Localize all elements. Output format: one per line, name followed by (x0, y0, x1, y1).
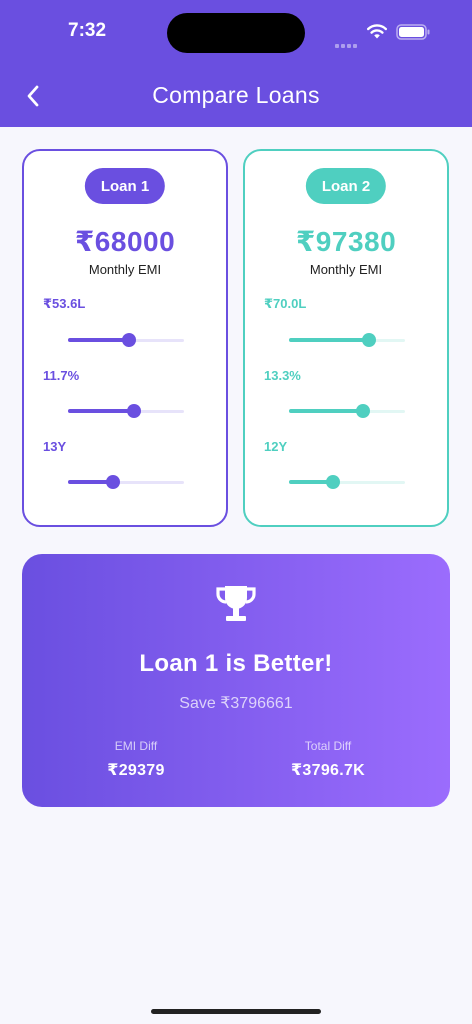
loan-2-amount-slider[interactable] (289, 333, 405, 347)
emi-diff-value: ₹29379 (107, 762, 165, 779)
loan-1-emi: ₹68000 (74, 226, 176, 257)
comparison-result-card: Loan 1 is Better! Save ₹3796661 EMI Diff… (22, 554, 450, 807)
slider-thumb[interactable] (122, 333, 137, 347)
emi-diff-label: EMI Diff (114, 739, 158, 753)
page-title: Compare Loans (152, 82, 320, 108)
loan-2-tenure-label: 12Y (264, 439, 288, 454)
loan-1-rate-label: 11.7% (43, 368, 80, 383)
loan-1-amount-label: ₹53.6L (43, 296, 86, 311)
loan-2-badge: Loan 2 (305, 168, 387, 204)
loan-1-emi-label: Monthly EMI (88, 262, 162, 277)
loan-2-rate-label: 13.3% (264, 368, 301, 383)
cellular-signal-icon (335, 35, 359, 48)
total-diff-value: ₹3796.7K (290, 762, 366, 779)
emi-diff: EMI Diff ₹29379 (56, 739, 216, 780)
loan-1-badge: Loan 1 (84, 168, 166, 204)
loan-1-card: Loan 1 ₹68000 Monthly EMI ₹53.6L 11.7% 1… (22, 149, 228, 527)
wifi-icon (367, 24, 387, 39)
loan-2-rate-slider[interactable] (289, 404, 405, 418)
loan-1-tenure-slider[interactable] (68, 475, 184, 489)
loan-1-tenure-label: 13Y (43, 439, 67, 454)
dynamic-island (167, 13, 305, 53)
slider-thumb[interactable] (356, 404, 371, 418)
loan-2-tenure-slider[interactable] (289, 475, 405, 489)
loan-1-rate-slider[interactable] (68, 404, 184, 418)
slider-thumb[interactable] (127, 404, 142, 418)
status-time: 7:32 (68, 20, 107, 41)
slider-thumb[interactable] (326, 475, 341, 489)
loan-2-amount-label: ₹70.0L (264, 296, 307, 311)
total-diff-label: Total Diff (304, 739, 352, 753)
loan-2-emi: ₹97380 (295, 226, 397, 257)
slider-thumb[interactable] (362, 333, 377, 347)
slider-thumb[interactable] (106, 475, 121, 489)
home-indicator[interactable] (151, 1009, 321, 1014)
trophy-icon (216, 586, 256, 621)
savings-text: Save ₹3796661 (179, 695, 293, 712)
loan-2-emi-label: Monthly EMI (309, 262, 383, 277)
app-header: 7:32 Compare Loans (0, 0, 472, 127)
loan-1-amount-slider[interactable] (68, 333, 184, 347)
battery-icon (396, 24, 430, 40)
loan-2-card: Loan 2 ₹97380 Monthly EMI ₹70.0L 13.3% 1… (243, 149, 449, 527)
result-title: Loan 1 is Better! (139, 650, 333, 677)
total-diff: Total Diff ₹3796.7K (248, 739, 408, 780)
